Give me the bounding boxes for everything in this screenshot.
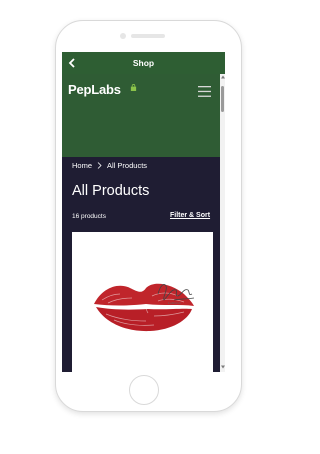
scroll-up-arrow-icon[interactable] — [220, 75, 225, 79]
earpiece-speaker — [131, 34, 165, 38]
scrollbar[interactable] — [220, 74, 225, 372]
shopping-bag-icon — [130, 84, 137, 91]
hamburger-menu-icon[interactable] — [198, 86, 211, 97]
breadcrumb: Home All Products — [72, 161, 147, 170]
scroll-down-arrow-icon[interactable] — [220, 365, 225, 369]
chevron-right-icon — [97, 162, 102, 169]
top-bar-title: Shop — [132, 58, 155, 68]
app-screen: Shop PepLabs Home All Products All Produ… — [62, 52, 225, 372]
chevron-left-icon[interactable] — [67, 56, 77, 70]
front-camera — [120, 33, 126, 39]
product-count: 16 products — [72, 213, 106, 220]
lipstick-kiss-print: LaVerish — [94, 283, 195, 332]
scroll-thumb[interactable] — [221, 86, 224, 112]
store-logo[interactable]: PepLabs — [68, 82, 121, 97]
page-title: All Products — [72, 183, 150, 199]
home-button[interactable] — [129, 375, 159, 405]
product-card[interactable]: LaVerish — [72, 232, 213, 372]
breadcrumb-current: All Products — [107, 161, 148, 170]
breadcrumb-home-link[interactable]: Home — [72, 161, 92, 170]
top-bar: Shop — [62, 52, 225, 74]
site-header: PepLabs — [62, 74, 220, 157]
filter-sort-button[interactable]: Filter & Sort — [170, 212, 210, 219]
svg-text:LaVerish: LaVerish — [167, 301, 181, 305]
